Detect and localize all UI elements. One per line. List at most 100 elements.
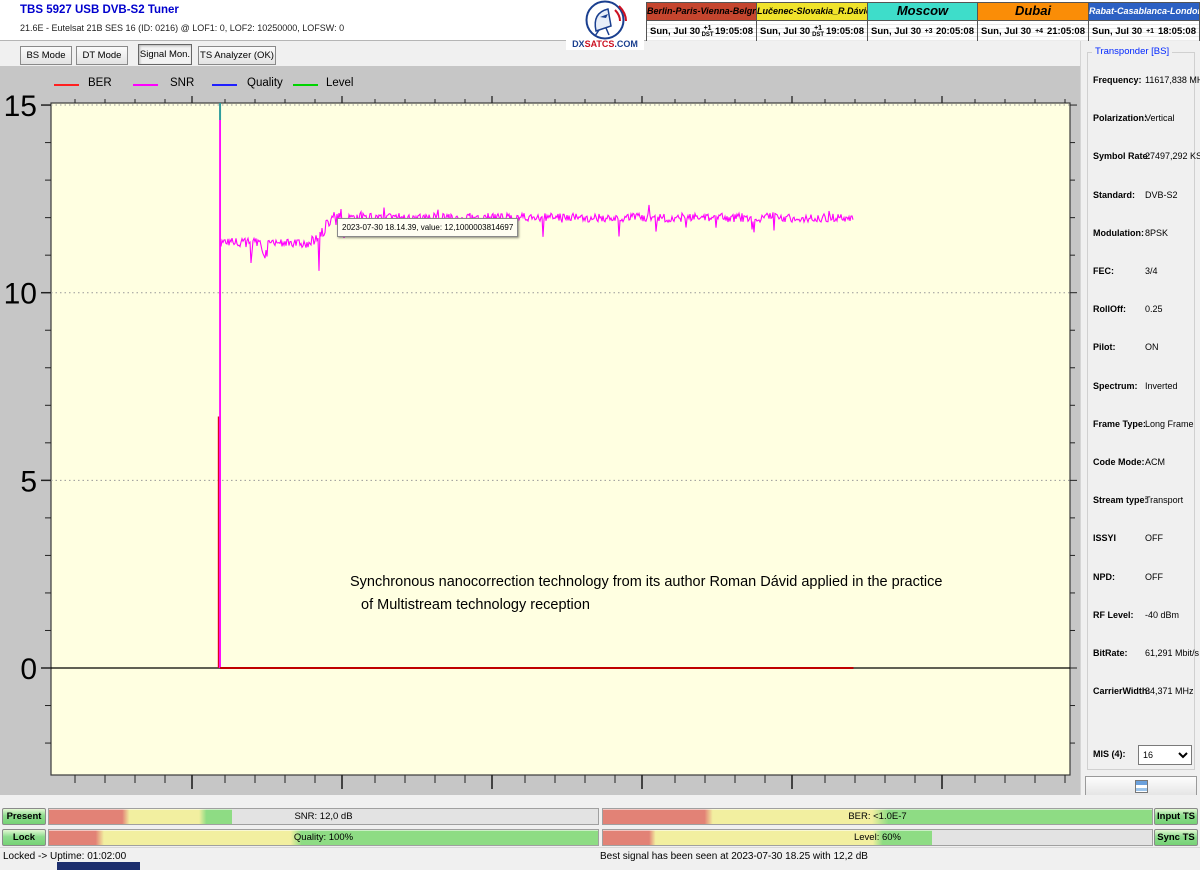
- signal-monitor-chart[interactable]: 051015 BERSNRQualityLevel 2023-07-30 18.…: [0, 66, 1080, 795]
- transponder-field-label: Modulation:: [1093, 228, 1144, 238]
- clock-time: Sun, Jul 30+118:05:08: [1089, 21, 1199, 41]
- annotation-line-1: Synchronous nanocorrection technology fr…: [350, 571, 990, 594]
- legend-label-snr: SNR: [170, 77, 194, 89]
- clock-2: Lučenec-Slovakia_R.DávidSun, Jul 30+1DST…: [757, 2, 868, 41]
- transponder-field-value: 0.25: [1145, 304, 1163, 314]
- transponder-field-row: Pilot: ON: [1088, 342, 1196, 356]
- transponder-field-value: 11617,838 MHz: [1145, 75, 1200, 85]
- clock-utc-offset: +4: [1035, 28, 1043, 35]
- clock-city-label: Moscow: [868, 3, 977, 21]
- clock-city-label: Berlin-Paris-Vienna-Belgrade: [647, 3, 756, 21]
- transponder-field-row: Spectrum: Inverted: [1088, 381, 1196, 395]
- transponder-field-label: BitRate:: [1093, 648, 1128, 658]
- clock-time: Sun, Jul 30+1DST19:05:08: [757, 21, 867, 41]
- transponder-field-value: Inverted: [1145, 381, 1178, 391]
- transponder-field-row: Standard: DVB-S2: [1088, 190, 1196, 204]
- clock-hms: 20:05:08: [936, 26, 974, 37]
- tab-dt-mode[interactable]: DT Mode: [76, 46, 128, 65]
- transponder-field-value: ON: [1145, 342, 1159, 352]
- legend-label-quality: Quality: [247, 77, 283, 89]
- transponder-field-value: 8PSK: [1145, 228, 1168, 238]
- transponder-field-label: CarrierWidth:: [1093, 686, 1150, 696]
- clock-hms: 21:05:08: [1047, 26, 1085, 37]
- transponder-field-row: ISSYI OFF: [1088, 533, 1196, 547]
- clock-city-label: Lučenec-Slovakia_R.Dávid: [757, 3, 867, 21]
- stream-list-button[interactable]: [1085, 776, 1197, 797]
- clock-4: DubaiSun, Jul 30+421:05:08: [978, 2, 1089, 41]
- transponder-field-value: DVB-S2: [1145, 190, 1178, 200]
- mis-label: MIS (4):: [1093, 749, 1126, 759]
- transponder-field-value: OFF: [1145, 533, 1163, 543]
- transponder-field-row: RF Level:-40 dBm: [1088, 610, 1196, 624]
- transponder-group-label: Transponder [BS]: [1092, 46, 1172, 57]
- annotation-line-2: of Multistream technology reception: [350, 594, 990, 617]
- transponder-field-row: NPD:OFF: [1088, 572, 1196, 586]
- transponder-field-value: Long Frame: [1145, 419, 1194, 429]
- level-bar-label: Level: 60%: [603, 830, 1152, 845]
- transponder-field-value: Transport: [1145, 495, 1183, 505]
- transponder-field-label: Frequency:: [1093, 75, 1142, 85]
- transponder-field-row: FEC:3/4: [1088, 266, 1196, 280]
- transponder-field-label: ISSYI: [1093, 533, 1116, 543]
- signal-chart-canvas: 051015: [0, 66, 1080, 795]
- transponder-field-label: Pilot:: [1093, 342, 1116, 352]
- clock-utc-offset: +1DST: [702, 25, 714, 38]
- dxsatcs-logo: DXSATCS.COM: [566, 0, 644, 50]
- chart-tooltip: 2023-07-30 18.14.39, value: 12,100000381…: [337, 218, 518, 237]
- snr-bar: SNR: 12,0 dB: [48, 808, 599, 825]
- tab-signal-mon[interactable]: Signal Mon.: [138, 44, 192, 65]
- transponder-field-label: Standard:: [1093, 190, 1135, 200]
- transponder-field-row: Stream type:Transport: [1088, 495, 1196, 509]
- present-indicator-button[interactable]: Present: [2, 808, 46, 825]
- legend-line-level: [293, 84, 318, 86]
- stream-list-icon: [1135, 780, 1148, 793]
- transponder-field-row: Polarization:Vertical: [1088, 113, 1196, 127]
- transponder-field-value: Vertical: [1145, 113, 1175, 123]
- sync-ts-button[interactable]: Sync TS: [1154, 829, 1198, 846]
- transponder-field-label: Symbol Rate:: [1093, 151, 1151, 161]
- transponder-field-label: RollOff:: [1093, 304, 1126, 314]
- transponder-sidebar: Transponder [BS] Frequency:11617,838 MHz…: [1080, 41, 1200, 805]
- satellite-dish-icon: DXSATCS.COM: [566, 0, 644, 50]
- transponder-field-row: Code Mode:ACM: [1088, 457, 1196, 471]
- transponder-field-value: OFF: [1145, 572, 1163, 582]
- mis-select[interactable]: 16: [1138, 745, 1192, 765]
- transponder-field-row: CarrierWidth:34,371 MHz: [1088, 686, 1196, 700]
- transponder-field-row: BitRate:61,291 Mbit/s: [1088, 648, 1196, 662]
- best-signal-status: Best signal has been seen at 2023-07-30 …: [600, 851, 868, 862]
- world-clocks: Berlin-Paris-Vienna-BelgradeSun, Jul 30+…: [646, 2, 1200, 41]
- legend-label-ber: BER: [88, 77, 112, 89]
- ber-bar-label: BER: <1.0E-7: [603, 809, 1152, 824]
- clock-date: Sun, Jul 30: [981, 26, 1031, 37]
- transponder-field-label: Spectrum:: [1093, 381, 1138, 391]
- clock-hms: 19:05:08: [826, 26, 864, 37]
- clock-time: Sun, Jul 30+320:05:08: [868, 21, 977, 41]
- clock-date: Sun, Jul 30: [760, 26, 810, 37]
- transponder-field-value: 27497,292 KS/s: [1145, 151, 1200, 161]
- status-line: Locked -> Uptime: 01:02:00 Best signal h…: [0, 847, 1200, 863]
- transponder-field-row: Modulation:8PSK: [1088, 228, 1196, 242]
- ber-bar: BER: <1.0E-7: [602, 808, 1153, 825]
- level-bar: Level: 60%: [602, 829, 1153, 846]
- tuner-settings-subtitle: 21.6E - Eutelsat 21B SES 16 (ID: 0216) @…: [20, 23, 344, 33]
- clock-utc-offset: +1: [1146, 28, 1154, 35]
- tab-bs-mode[interactable]: BS Mode: [20, 46, 72, 65]
- transponder-field-label: Frame Type:: [1093, 419, 1146, 429]
- logo-text-satcs: SATCS: [585, 39, 615, 49]
- transponder-field-label: RF Level:: [1093, 610, 1134, 620]
- legend-line-snr: [133, 84, 158, 86]
- app-title: TBS 5927 USB DVB-S2 Tuner: [20, 4, 179, 16]
- clock-time: Sun, Jul 30+1DST19:05:08: [647, 21, 756, 41]
- clock-5: Rabat-Casablanca-LondonSun, Jul 30+118:0…: [1089, 2, 1200, 41]
- tab-ts-analyzer-ok[interactable]: TS Analyzer (OK): [198, 46, 276, 65]
- logo-text-com: .COM: [614, 39, 638, 49]
- clock-1: Berlin-Paris-Vienna-BelgradeSun, Jul 30+…: [646, 2, 757, 41]
- input-ts-button[interactable]: Input TS: [1154, 808, 1198, 825]
- snr-bar-label: SNR: 12,0 dB: [49, 809, 598, 824]
- svg-text:DXSATCS.COM: DXSATCS.COM: [572, 39, 638, 49]
- transponder-field-label: Stream type:: [1093, 495, 1148, 505]
- clock-hms: 19:05:08: [715, 26, 753, 37]
- lock-indicator-button[interactable]: Lock: [2, 829, 46, 846]
- clock-date: Sun, Jul 30: [650, 26, 700, 37]
- taskbar-fragment: [57, 862, 140, 870]
